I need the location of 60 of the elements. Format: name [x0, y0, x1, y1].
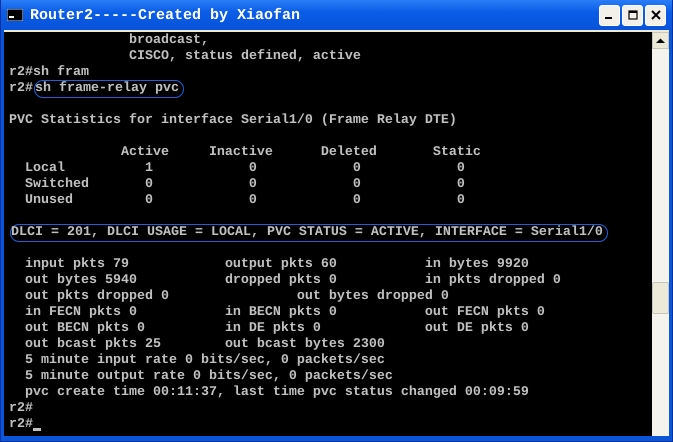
console-line: DLCI = 201, DLCI USAGE = LOCAL, PVC STATUS = ACTIVE, INTERFACE = Serial1/0	[10, 224, 608, 242]
counter-text: input pkts 79	[24, 257, 130, 273]
table-cell-text: 0	[352, 193, 362, 209]
counter-text: in FECN pkts 0	[24, 305, 138, 321]
prompt-text: r2#	[9, 65, 33, 81]
maximize-icon	[628, 10, 638, 20]
prompt-text: r2#	[9, 81, 33, 97]
maximize-button[interactable]	[622, 4, 643, 26]
console-line: pvc create time 00:11:37, last time pvc status changed 00:09:59	[24, 385, 529, 401]
prompt-text: r2#	[9, 401, 33, 417]
table-cell-text: 0	[352, 161, 362, 177]
table-cell-text: 0	[352, 177, 362, 193]
table-cell-text: 0	[456, 177, 466, 193]
table-cell-text: 0	[248, 193, 258, 209]
counter-text: out bytes dropped 0	[296, 289, 450, 305]
table-cell-text: 0	[248, 177, 258, 193]
counter-text: in pkts dropped 0	[424, 273, 562, 289]
table-cell-text: 0	[248, 161, 258, 177]
counter-text: in DE pkts 0	[224, 321, 322, 337]
counter-text: dropped pkts 0	[224, 273, 338, 289]
close-icon	[650, 10, 660, 20]
table-cell-text: 1	[144, 161, 154, 177]
scroll-up-button[interactable]	[652, 32, 669, 49]
table-cell-text: 0	[144, 177, 154, 193]
counter-text: in bytes 9920	[424, 257, 530, 273]
table-cell-text: 0	[456, 161, 466, 177]
console-line: 5 minute output rate 0 bits/sec, 0 packets/sec	[24, 369, 393, 385]
column-header: Static	[432, 145, 482, 161]
column-header: Deleted	[320, 145, 378, 161]
window-title: Router2-----Created by Xiaofan	[30, 6, 302, 24]
vertical-scrollbar[interactable]	[652, 32, 669, 436]
command-text: sh frame-relay pvc	[34, 80, 184, 98]
column-header: Active	[120, 145, 170, 161]
counter-text: out BECN pkts 0	[24, 321, 146, 337]
counter-text: out bytes 5940	[24, 273, 138, 289]
minimize-icon	[604, 17, 612, 19]
counter-text: out bcast pkts 25	[24, 337, 162, 353]
counter-text: in BECN pkts 0	[224, 305, 338, 321]
row-label: Local	[24, 161, 66, 177]
row-label: Unused	[24, 193, 74, 209]
table-cell-text: 0	[456, 193, 466, 209]
counter-text: out FECN pkts 0	[424, 305, 546, 321]
counter-text: out bcast bytes 2300	[224, 337, 386, 353]
counter-text: output pkts 60	[224, 257, 338, 273]
console-line: broadcast,	[128, 33, 209, 49]
column-header: Inactive	[208, 145, 274, 161]
up-arrow-icon	[656, 38, 665, 44]
command-text: sh fram	[33, 65, 89, 81]
prompt-text: r2#	[9, 417, 33, 433]
console-icon	[7, 9, 23, 21]
console-line: CISCO, status defined, active	[128, 49, 361, 65]
console-line: 5 minute input rate 0 bits/sec, 0 packets/sec	[24, 353, 385, 369]
console-line: PVC Statistics for interface Serial1/0 (Frame Relay DTE)	[9, 113, 457, 129]
scroll-thumb[interactable]	[652, 282, 669, 314]
minimize-button[interactable]	[599, 4, 620, 26]
table-cell-text: 0	[144, 193, 154, 209]
counter-text: out pkts dropped 0	[24, 289, 170, 305]
row-label: Switched	[24, 177, 90, 193]
close-button[interactable]	[645, 4, 666, 26]
counter-text: out DE pkts 0	[424, 321, 530, 337]
